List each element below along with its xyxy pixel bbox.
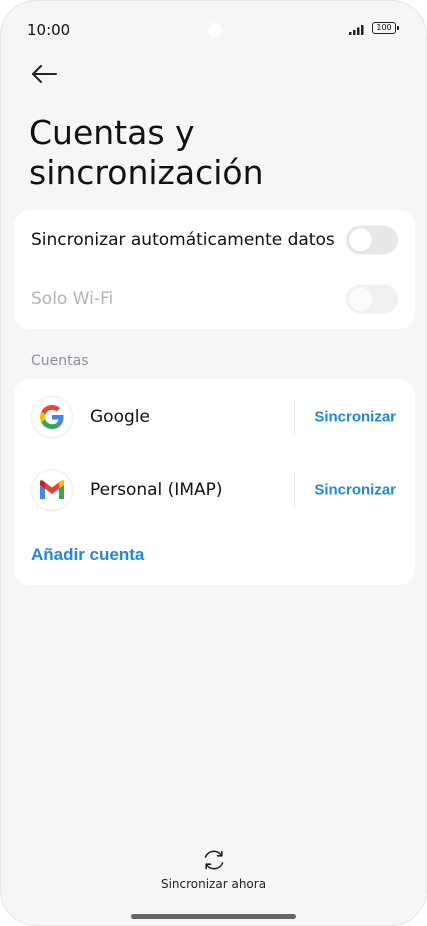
add-account-button[interactable]: Añadir cuenta <box>31 545 144 565</box>
auto-sync-label: Sincronizar automáticamente datos <box>31 230 335 250</box>
sync-now-button[interactable]: Sincronizar ahora <box>1 847 426 891</box>
gmail-icon <box>32 470 72 510</box>
status-bar: 10:00 100 <box>1 1 426 57</box>
toggle-knob <box>349 228 372 252</box>
status-time: 10:00 <box>27 21 71 39</box>
sync-personal-imap-button[interactable]: Sincronizar <box>314 482 396 499</box>
divider <box>294 472 295 508</box>
toggle-knob <box>349 287 372 311</box>
account-name: Google <box>90 407 150 427</box>
wifi-only-label: Solo Wi-Fi <box>31 289 114 309</box>
google-icon <box>32 397 72 437</box>
back-button[interactable] <box>27 59 61 89</box>
accounts-card: Google Sincronizar Personal (IMAP) Sincr… <box>14 379 415 585</box>
home-indicator[interactable] <box>131 914 296 919</box>
camera-cutout <box>208 23 222 37</box>
sync-google-button[interactable]: Sincronizar <box>314 409 396 426</box>
refresh-icon <box>204 850 223 870</box>
wifi-only-row: Solo Wi-Fi <box>14 269 415 329</box>
account-name: Personal (IMAP) <box>90 480 223 500</box>
arrow-left-icon <box>32 65 57 83</box>
phone-screen: 10:00 100 Cuentas y sincronización Sincr… <box>0 0 427 926</box>
account-row-google[interactable]: Google Sincronizar <box>14 381 415 453</box>
wifi-only-toggle <box>346 284 398 314</box>
auto-sync-toggle[interactable] <box>346 225 398 255</box>
accounts-section-label: Cuentas <box>31 353 89 369</box>
account-row-personal-imap[interactable]: Personal (IMAP) Sincronizar <box>14 454 415 526</box>
divider <box>294 399 295 435</box>
battery-icon: 100 <box>372 22 399 34</box>
sync-now-label: Sincronizar ahora <box>160 877 267 891</box>
auto-sync-row[interactable]: Sincronizar automáticamente datos <box>14 210 415 270</box>
signal-icon <box>349 25 364 35</box>
sync-settings-card: Sincronizar automáticamente datos Solo W… <box>14 210 415 329</box>
page-title: Cuentas y sincronización <box>29 113 264 192</box>
